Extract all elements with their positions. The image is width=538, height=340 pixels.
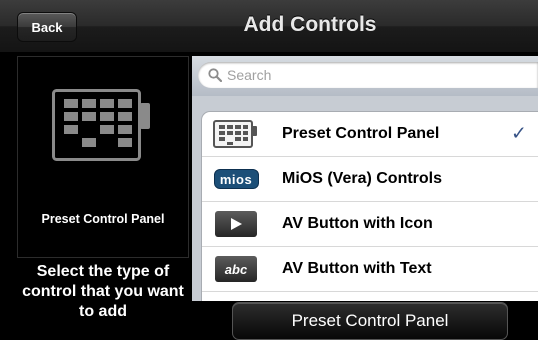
abc-icon-text: abc [224,261,248,277]
search-bar: Search [192,56,538,96]
mios-logo-text: mios [213,169,259,189]
list-item-label: MiOS (Vera) Controls [282,170,443,187]
play-icon [213,210,259,238]
control-list-panel: Search Preset Control Panel ✓ mios MiOS … [192,56,538,301]
mios-logo-icon: mios [213,165,259,193]
preview-panel: Preset Control Panel [17,56,189,258]
help-text: Select the type of control that you want… [22,263,184,320]
keypad-icon [213,120,259,148]
control-type-list: Preset Control Panel ✓ mios MiOS (Vera) … [201,111,538,301]
add-preset-control-panel-button[interactable]: Preset Control Panel [232,302,508,340]
back-button[interactable]: Back [17,12,77,42]
search-input[interactable]: Search [198,62,538,88]
navigation-bar: Back Add Controls [0,0,538,53]
list-item-mios-controls[interactable]: mios MiOS (Vera) Controls [202,157,538,202]
keypad-icon [52,89,152,166]
list-item-label: AV Button with Icon [282,215,433,232]
list-item-label: Preset Control Panel [282,125,440,142]
checkmark-icon: ✓ [511,123,527,145]
preview-label: Preset Control Panel [41,212,165,226]
list-item-av-button-text[interactable]: abc AV Button with Text [202,247,538,292]
search-placeholder: Search [227,67,272,83]
list-item-preset-control-panel[interactable]: Preset Control Panel ✓ [202,112,538,157]
search-icon [208,68,222,82]
list-item-label: AV Button with Text [282,260,432,277]
list-item-av-button-icon[interactable]: AV Button with Icon [202,202,538,247]
abc-text-icon: abc [213,255,259,283]
page-title: Add Controls [243,13,377,36]
